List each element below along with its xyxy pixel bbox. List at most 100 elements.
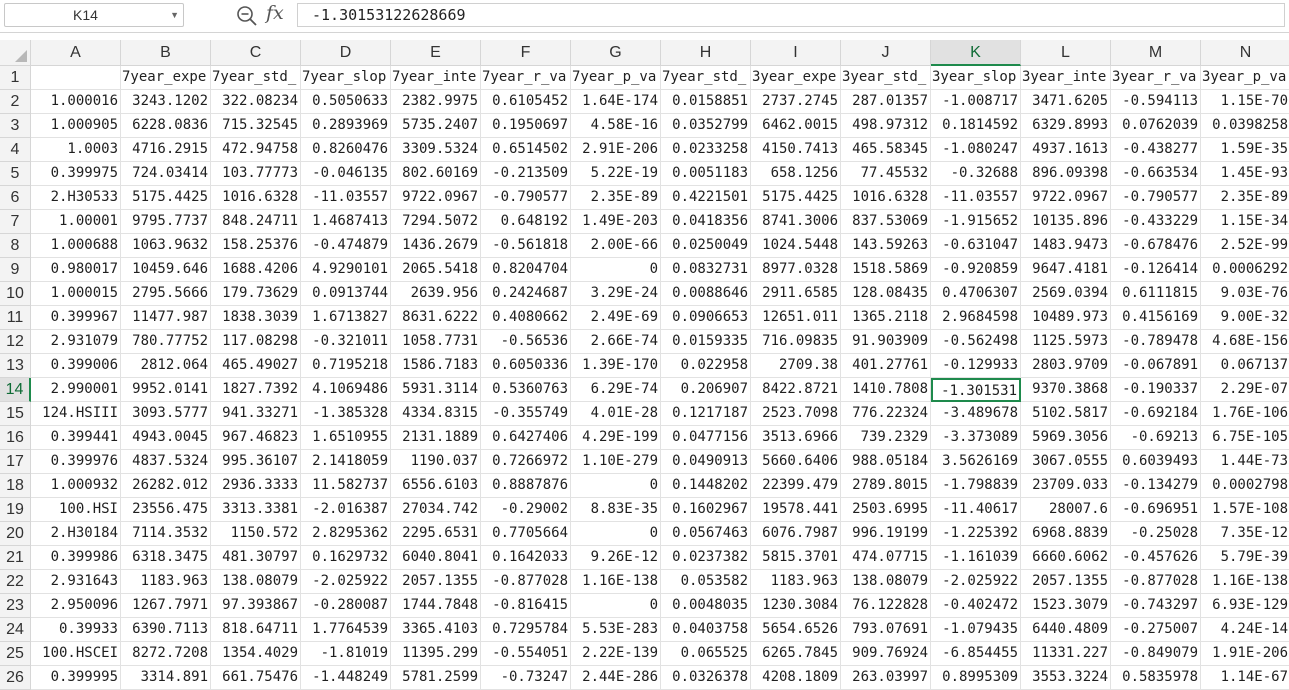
cell-k5[interactable]: -0.32688 (931, 162, 1021, 186)
cell-d11[interactable]: 1.6713827 (301, 306, 391, 330)
cell-i5[interactable]: 658.1256 (751, 162, 841, 186)
cell-f8[interactable]: -0.561818 (481, 234, 571, 258)
cell-h5[interactable]: 0.0051183 (661, 162, 751, 186)
cell-l14[interactable]: 9370.3868 (1021, 378, 1111, 402)
cell-l9[interactable]: 9647.4181 (1021, 258, 1111, 282)
column-header-m[interactable]: M (1111, 40, 1201, 66)
cell-c14[interactable]: 1827.7392 (211, 378, 301, 402)
cell-j20[interactable]: 996.19199 (841, 522, 931, 546)
cell-f1[interactable]: 7year_r_va (481, 66, 571, 90)
cell-m3[interactable]: 0.0762039 (1111, 114, 1201, 138)
cell-k14[interactable]: -1.301531 (931, 378, 1021, 402)
cell-d3[interactable]: 0.2893969 (301, 114, 391, 138)
cell-k6[interactable]: -11.03557 (931, 186, 1021, 210)
cell-j24[interactable]: 793.07691 (841, 618, 931, 642)
cell-c7[interactable]: 848.24711 (211, 210, 301, 234)
cell-b6[interactable]: 5175.4425 (121, 186, 211, 210)
cell-b15[interactable]: 3093.5777 (121, 402, 211, 426)
cell-i17[interactable]: 5660.6406 (751, 450, 841, 474)
cell-f12[interactable]: -0.56536 (481, 330, 571, 354)
cell-j6[interactable]: 1016.6328 (841, 186, 931, 210)
cell-g17[interactable]: 1.10E-279 (571, 450, 661, 474)
formula-input[interactable]: -1.30153122628669 (297, 3, 1285, 27)
cell-a20[interactable]: 2.H30184 (31, 522, 121, 546)
cell-g8[interactable]: 2.00E-66 (571, 234, 661, 258)
cell-j23[interactable]: 76.122828 (841, 594, 931, 618)
zoom-icon[interactable] (236, 5, 258, 27)
cell-j9[interactable]: 1518.5869 (841, 258, 931, 282)
cell-c5[interactable]: 103.77773 (211, 162, 301, 186)
cell-g22[interactable]: 1.16E-138 (571, 570, 661, 594)
cell-a14[interactable]: 2.990001 (31, 378, 121, 402)
cell-d24[interactable]: 1.7764539 (301, 618, 391, 642)
cell-l26[interactable]: 3553.3224 (1021, 666, 1111, 690)
cell-j4[interactable]: 465.58345 (841, 138, 931, 162)
cell-g24[interactable]: 5.53E-283 (571, 618, 661, 642)
cell-k16[interactable]: -3.373089 (931, 426, 1021, 450)
cell-i4[interactable]: 4150.7413 (751, 138, 841, 162)
column-header-l[interactable]: L (1021, 40, 1111, 66)
cell-k24[interactable]: -1.079435 (931, 618, 1021, 642)
row-header-20[interactable]: 20 (0, 522, 31, 546)
cell-c1[interactable]: 7year_std_ (211, 66, 301, 90)
cell-g19[interactable]: 8.83E-35 (571, 498, 661, 522)
cell-l10[interactable]: 2569.0394 (1021, 282, 1111, 306)
row-header-4[interactable]: 4 (0, 138, 31, 162)
cell-n5[interactable]: 1.45E-93 (1201, 162, 1289, 186)
cell-a9[interactable]: 0.980017 (31, 258, 121, 282)
cell-n17[interactable]: 1.44E-73 (1201, 450, 1289, 474)
cell-f26[interactable]: -0.73247 (481, 666, 571, 690)
cell-i7[interactable]: 8741.3006 (751, 210, 841, 234)
cell-n4[interactable]: 1.59E-35 (1201, 138, 1289, 162)
cell-e3[interactable]: 5735.2407 (391, 114, 481, 138)
cell-j18[interactable]: 2789.8015 (841, 474, 931, 498)
cell-h6[interactable]: 0.4221501 (661, 186, 751, 210)
cell-n9[interactable]: 0.0006292 (1201, 258, 1289, 282)
column-header-d[interactable]: D (301, 40, 391, 66)
cell-n7[interactable]: 1.15E-34 (1201, 210, 1289, 234)
cell-a7[interactable]: 1.00001 (31, 210, 121, 234)
row-header-26[interactable]: 26 (0, 666, 31, 690)
cell-d9[interactable]: 4.9290101 (301, 258, 391, 282)
cell-g25[interactable]: 2.22E-139 (571, 642, 661, 666)
column-header-n[interactable]: N (1201, 40, 1289, 66)
cell-k11[interactable]: 2.9684598 (931, 306, 1021, 330)
cell-l20[interactable]: 6968.8839 (1021, 522, 1111, 546)
cell-h25[interactable]: 0.065525 (661, 642, 751, 666)
cell-m22[interactable]: -0.877028 (1111, 570, 1201, 594)
cell-c11[interactable]: 1838.3039 (211, 306, 301, 330)
cell-h12[interactable]: 0.0159335 (661, 330, 751, 354)
cell-d5[interactable]: -0.046135 (301, 162, 391, 186)
cell-n10[interactable]: 9.03E-76 (1201, 282, 1289, 306)
cell-l21[interactable]: 6660.6062 (1021, 546, 1111, 570)
cell-b7[interactable]: 9795.7737 (121, 210, 211, 234)
cell-c26[interactable]: 661.75476 (211, 666, 301, 690)
cell-l13[interactable]: 2803.9709 (1021, 354, 1111, 378)
cell-f7[interactable]: 0.648192 (481, 210, 571, 234)
cell-c6[interactable]: 1016.6328 (211, 186, 301, 210)
cell-k13[interactable]: -0.129933 (931, 354, 1021, 378)
cell-n21[interactable]: 5.79E-39 (1201, 546, 1289, 570)
cell-j26[interactable]: 263.03997 (841, 666, 931, 690)
cell-e18[interactable]: 6556.6103 (391, 474, 481, 498)
cell-d10[interactable]: 0.0913744 (301, 282, 391, 306)
cell-n25[interactable]: 1.91E-206 (1201, 642, 1289, 666)
cell-e21[interactable]: 6040.8041 (391, 546, 481, 570)
cell-e13[interactable]: 1586.7183 (391, 354, 481, 378)
cell-l24[interactable]: 6440.4809 (1021, 618, 1111, 642)
cell-e14[interactable]: 5931.3114 (391, 378, 481, 402)
cell-h11[interactable]: 0.0906653 (661, 306, 751, 330)
cell-m2[interactable]: -0.594113 (1111, 90, 1201, 114)
cell-c8[interactable]: 158.25376 (211, 234, 301, 258)
cell-e26[interactable]: 5781.2599 (391, 666, 481, 690)
cell-b23[interactable]: 1267.7971 (121, 594, 211, 618)
row-header-15[interactable]: 15 (0, 402, 31, 426)
cell-n19[interactable]: 1.57E-108 (1201, 498, 1289, 522)
row-header-9[interactable]: 9 (0, 258, 31, 282)
cell-l23[interactable]: 1523.3079 (1021, 594, 1111, 618)
cell-j17[interactable]: 988.05184 (841, 450, 931, 474)
cell-i14[interactable]: 8422.8721 (751, 378, 841, 402)
cell-d2[interactable]: 0.5050633 (301, 90, 391, 114)
cell-n1[interactable]: 3year_p_va (1201, 66, 1289, 90)
cell-n22[interactable]: 1.16E-138 (1201, 570, 1289, 594)
